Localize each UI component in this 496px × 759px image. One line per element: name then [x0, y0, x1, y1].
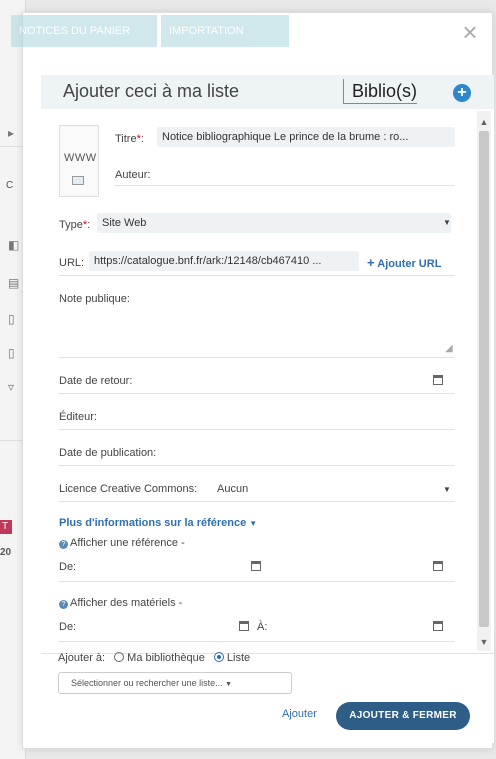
- type-select[interactable]: Site Web: [97, 213, 451, 233]
- bg-icon: ▯: [8, 346, 15, 360]
- caret-down-icon: ▼: [443, 218, 451, 227]
- bg-icon: ▯: [8, 312, 15, 326]
- titre-label: Titre*:: [115, 133, 144, 145]
- plus-icon: +: [367, 255, 375, 270]
- afficher-materiels-label: ? Afficher des matériels -: [59, 597, 182, 609]
- more-info-label: Plus d'informations sur la référence: [59, 517, 247, 529]
- panel-title: Ajouter ceci à ma liste: [63, 81, 240, 101]
- reference-de-label: De:: [59, 561, 77, 573]
- close-button[interactable]: ×: [458, 19, 482, 45]
- divider: [59, 357, 455, 358]
- note-publique-textarea[interactable]: [59, 307, 455, 353]
- ajouter-fermer-button[interactable]: AJOUTER & FERMER: [336, 702, 470, 730]
- caret-down-icon: ▼: [249, 519, 258, 528]
- titre-input[interactable]: Notice bibliographique Le prince de la b…: [157, 127, 455, 147]
- divider: [59, 275, 455, 276]
- licence-select[interactable]: Aucun: [217, 483, 248, 495]
- thumbnail: WWW: [59, 125, 99, 197]
- materiels-a-label: À:: [257, 621, 268, 633]
- image-icon: [72, 176, 84, 185]
- help-icon[interactable]: ?: [59, 540, 68, 549]
- editeur-label: Éditeur:: [59, 411, 97, 423]
- scroll-down-icon[interactable]: ▼: [477, 635, 491, 649]
- scroll-up-icon[interactable]: ▲: [477, 115, 491, 129]
- divider: [59, 393, 455, 394]
- thumbnail-www-text: WWW: [64, 152, 97, 164]
- caret-down-icon: ▼: [225, 681, 233, 688]
- add-url-link[interactable]: + Ajouter URL: [367, 255, 441, 270]
- bg-text: 20: [0, 547, 12, 558]
- afficher-reference-label: ? Afficher une référence -: [59, 537, 185, 549]
- auteur-label: Auteur:: [115, 169, 151, 181]
- ajouter-a-label: Ajouter à:: [58, 652, 106, 664]
- calendar-icon[interactable]: [433, 561, 443, 571]
- bg-icon: ▤: [8, 276, 20, 290]
- ajouter-a-row: Ajouter à: Ma bibliothèque Liste: [58, 652, 250, 664]
- radio-bibliotheque-label[interactable]: Ma bibliothèque: [127, 652, 205, 664]
- divider: [59, 581, 455, 582]
- bg-icon: ▿: [8, 380, 15, 394]
- date-publication-label: Date de publication:: [59, 447, 157, 459]
- list-select-placeholder: Sélectionner ou rechercher une liste...: [71, 678, 223, 688]
- add-to-list-modal: NOTICES DU PANIER IMPORTATION × Ajouter …: [11, 12, 494, 749]
- close-icon: ×: [462, 17, 478, 47]
- bg-arrow-icon: ▸: [8, 126, 15, 140]
- materiels-de-label: De:: [59, 621, 77, 633]
- bg-tab-panier: NOTICES DU PANIER: [11, 15, 157, 47]
- bg-text: C: [6, 180, 14, 191]
- url-input[interactable]: https://catalogue.bnf.fr/ark:/12148/cb46…: [89, 251, 359, 271]
- calendar-icon[interactable]: [239, 621, 249, 631]
- note-publique-label: Note publique:: [59, 293, 130, 305]
- panel-header: Ajouter ceci à ma liste Biblio(s) +: [41, 75, 494, 109]
- resize-handle-icon[interactable]: ◢: [445, 343, 453, 354]
- radio-liste-label[interactable]: Liste: [227, 652, 250, 664]
- scroll-thumb[interactable]: [479, 131, 489, 627]
- ajouter-button[interactable]: Ajouter: [282, 708, 317, 720]
- divider: [59, 641, 455, 642]
- add-url-label: Ajouter URL: [377, 258, 442, 270]
- list-select[interactable]: Sélectionner ou rechercher une liste... …: [58, 672, 292, 694]
- biblio-label: Biblio(s): [343, 79, 418, 104]
- calendar-icon[interactable]: [433, 375, 443, 385]
- more-info-toggle[interactable]: Plus d'informations sur la référence ▼: [59, 517, 257, 529]
- bg-badge-text: T: [2, 521, 9, 532]
- caret-down-icon: ▼: [443, 485, 451, 494]
- add-biblio-button[interactable]: +: [453, 84, 471, 102]
- calendar-icon[interactable]: [251, 561, 261, 571]
- calendar-icon[interactable]: [433, 621, 443, 631]
- scrollbar[interactable]: ▲ ▼: [477, 111, 491, 651]
- radio-liste[interactable]: [213, 652, 224, 662]
- type-label: Type*:: [59, 219, 91, 231]
- auteur-input-line[interactable]: [115, 185, 455, 186]
- radio-bibliotheque[interactable]: [114, 652, 125, 662]
- divider: [59, 465, 455, 466]
- help-icon[interactable]: ?: [59, 600, 68, 609]
- form-panel: Ajouter ceci à ma liste Biblio(s) + WWW …: [41, 75, 494, 743]
- bg-icon: ◧: [8, 238, 20, 252]
- form-body: WWW Titre*: Notice bibliographique Le pr…: [59, 111, 477, 651]
- url-label: URL:: [59, 257, 85, 269]
- licence-label: Licence Creative Commons:: [59, 483, 198, 495]
- divider: [59, 501, 455, 502]
- date-retour-label: Date de retour:: [59, 375, 133, 387]
- divider: [59, 429, 455, 430]
- modal-topbar: NOTICES DU PANIER IMPORTATION ×: [11, 13, 492, 55]
- bg-tab-import: IMPORTATION: [161, 15, 289, 47]
